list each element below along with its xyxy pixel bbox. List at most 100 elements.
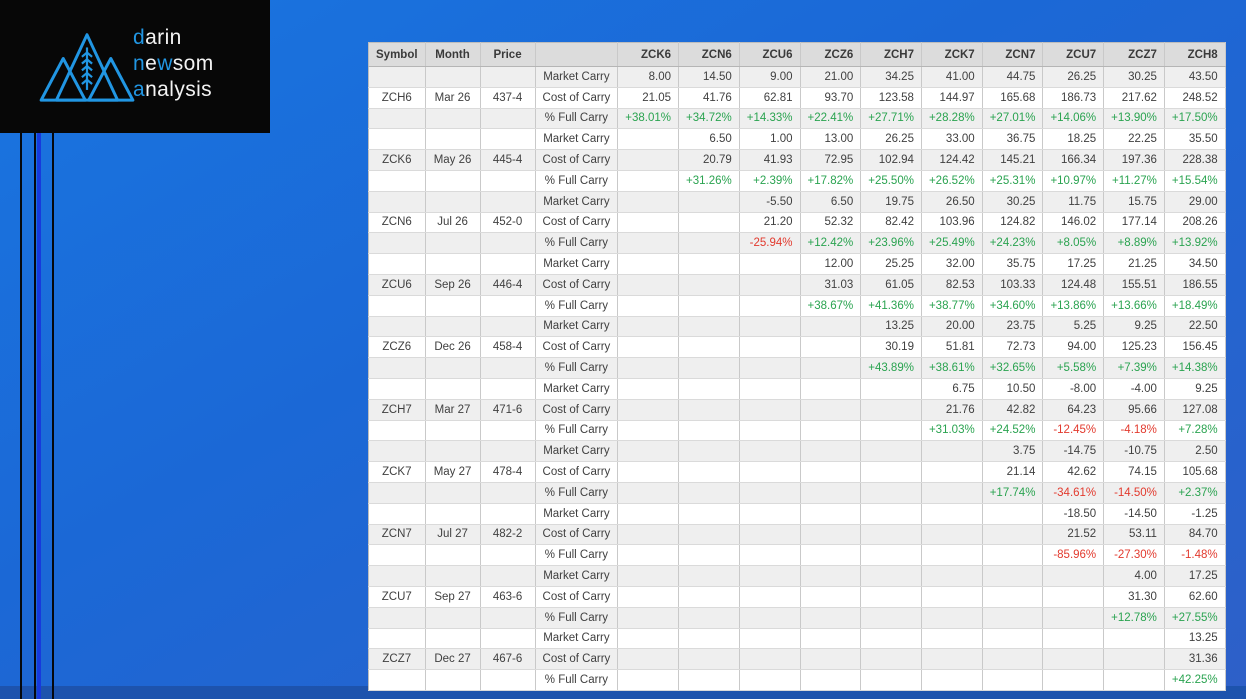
- value-cell: 21.52: [1042, 524, 1105, 546]
- value-cell: 14.50: [678, 66, 740, 88]
- cell-month: [425, 191, 481, 213]
- value-cell: [617, 628, 680, 650]
- row-label: % Full Carry: [535, 544, 619, 567]
- cell-symbol: ZCU7: [368, 586, 426, 608]
- value-cell: [800, 648, 862, 671]
- value-cell: [860, 565, 922, 587]
- value-cell: 13.25: [1164, 628, 1226, 650]
- value-cell: [739, 378, 801, 400]
- cell-price: 467-6: [480, 648, 536, 671]
- value-cell: -34.61%: [1042, 482, 1105, 504]
- value-cell: 29.00: [1164, 191, 1226, 213]
- cell-price: [480, 253, 536, 275]
- cell-price: 445-4: [480, 149, 536, 171]
- value-cell: +38.61%: [921, 357, 983, 379]
- value-cell: +12.78%: [1103, 607, 1165, 629]
- value-cell: 31.03: [800, 274, 862, 296]
- row-label: Cost of Carry: [535, 87, 619, 109]
- row-label: % Full Carry: [535, 108, 619, 130]
- value-cell: 21.25: [1103, 253, 1165, 275]
- value-cell: 20.79: [678, 149, 740, 171]
- value-cell: [860, 544, 922, 567]
- table-row: % Full Carry +31.03% +24.52% -12.45% -4.18% +…: [368, 420, 1226, 442]
- value-cell: [617, 336, 680, 359]
- value-cell: 17.25: [1042, 253, 1105, 275]
- row-label: Market Carry: [535, 128, 619, 151]
- value-cell: [617, 191, 680, 213]
- value-cell: [678, 336, 740, 359]
- value-cell: [678, 212, 740, 234]
- value-cell: [617, 212, 680, 234]
- cell-month: [425, 607, 481, 629]
- value-cell: 124.82: [982, 212, 1044, 234]
- cell-month: May 27: [425, 461, 481, 483]
- cell-price: [480, 66, 536, 88]
- cell-symbol: [368, 482, 426, 504]
- value-cell: +14.06%: [1042, 108, 1105, 130]
- table-row: Market Carry -18.50 -14.50 -1.25: [368, 503, 1226, 525]
- value-cell: [921, 461, 983, 483]
- value-cell: 95.66: [1103, 399, 1165, 421]
- cell-month: Jul 26: [425, 212, 481, 234]
- value-cell: 103.96: [921, 212, 983, 234]
- cell-symbol: [368, 191, 426, 213]
- value-cell: 72.73: [982, 336, 1044, 359]
- row-label: Cost of Carry: [535, 524, 619, 546]
- table-row: ZCH7 Mar 27 471-6 Cost of Carry 21.76 42.82 64…: [368, 399, 1226, 421]
- value-cell: 155.51: [1103, 274, 1165, 296]
- cell-price: [480, 607, 536, 629]
- value-cell: 105.68: [1164, 461, 1226, 483]
- value-cell: 30.19: [860, 336, 922, 359]
- cell-month: May 26: [425, 149, 481, 171]
- value-cell: [982, 648, 1044, 671]
- row-label: % Full Carry: [535, 357, 619, 379]
- row-label: % Full Carry: [535, 170, 619, 192]
- value-cell: +25.31%: [982, 170, 1044, 192]
- cell-price: [480, 420, 536, 442]
- carry-table: Symbol Month Price ZCK6 ZCN6 ZCU6 ZCZ6 ZCH7 ZCK7…: [368, 42, 1226, 691]
- row-label: Cost of Carry: [535, 149, 619, 171]
- value-cell: 42.82: [982, 399, 1044, 421]
- decorative-stripe: [36, 133, 41, 699]
- value-cell: +27.55%: [1164, 607, 1226, 629]
- value-cell: [982, 586, 1044, 608]
- value-cell: [678, 440, 740, 463]
- decorative-stripe: [20, 133, 22, 699]
- value-cell: 21.14: [982, 461, 1044, 483]
- row-label: Cost of Carry: [535, 648, 619, 671]
- cell-symbol: ZCN6: [368, 212, 426, 234]
- row-label: Market Carry: [535, 316, 619, 338]
- cell-symbol: [368, 253, 426, 275]
- value-cell: [860, 482, 922, 504]
- value-cell: 42.62: [1042, 461, 1105, 483]
- value-cell: [800, 420, 862, 442]
- value-cell: [678, 420, 740, 442]
- value-cell: [739, 628, 801, 650]
- cell-symbol: [368, 628, 426, 650]
- value-cell: 22.50: [1164, 316, 1226, 338]
- value-cell: [678, 274, 740, 296]
- value-cell: 23.75: [982, 316, 1044, 338]
- cell-month: [425, 628, 481, 650]
- value-cell: [982, 607, 1044, 629]
- value-cell: [982, 503, 1044, 525]
- column-header-zcu6: ZCU6: [739, 42, 801, 67]
- value-cell: [860, 669, 922, 691]
- value-cell: 72.95: [800, 149, 862, 171]
- value-cell: 17.25: [1164, 565, 1226, 587]
- value-cell: 19.75: [860, 191, 922, 213]
- table-row: Market Carry -5.50 6.50 19.75 26.50 30.25 11.7…: [368, 191, 1226, 213]
- value-cell: 124.48: [1042, 274, 1105, 296]
- column-header-zck6: ZCK6: [617, 42, 680, 67]
- value-cell: 41.93: [739, 149, 801, 171]
- value-cell: [800, 544, 862, 567]
- value-cell: +41.36%: [860, 295, 922, 317]
- value-cell: 21.20: [739, 212, 801, 234]
- column-header-symbol: Symbol: [368, 42, 426, 67]
- cell-symbol: ZCZ6: [368, 336, 426, 359]
- value-cell: 30.25: [1103, 66, 1165, 88]
- value-cell: [860, 378, 922, 400]
- value-cell: 74.15: [1103, 461, 1165, 483]
- cell-symbol: [368, 420, 426, 442]
- cell-month: [425, 357, 481, 379]
